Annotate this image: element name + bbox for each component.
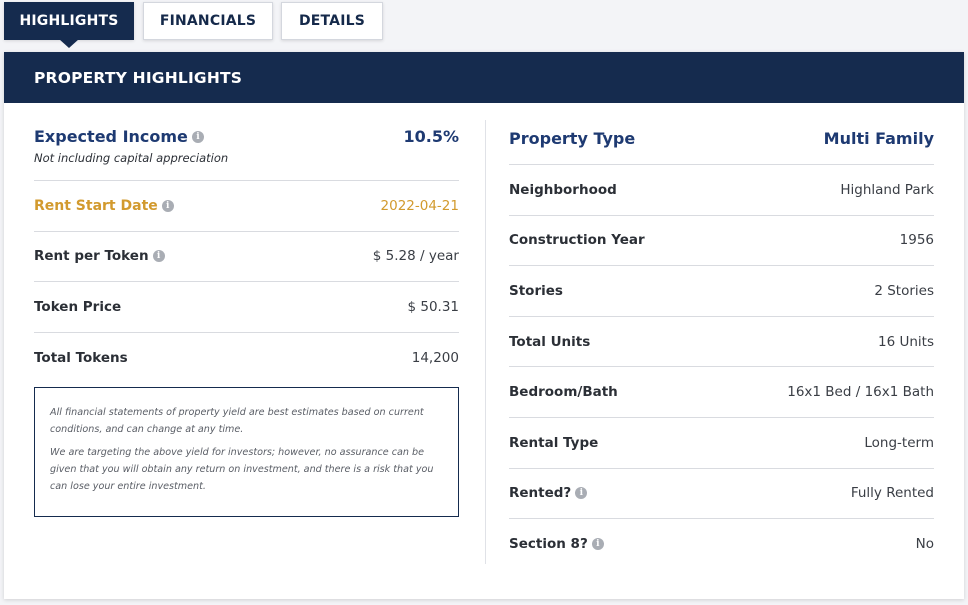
section-8-label-wrap: Section 8? i <box>509 536 604 552</box>
info-icon[interactable]: i <box>575 487 588 500</box>
stories-row: Stories 2 Stories <box>509 266 934 317</box>
total-tokens-label: Total Tokens <box>34 350 128 367</box>
property-highlights-panel: PROPERTY HIGHLIGHTS Expected Income i No… <box>4 52 964 599</box>
total-units-value: 16 Units <box>878 333 934 350</box>
total-units-label: Total Units <box>509 333 591 350</box>
rent-start-date-value: 2022-04-21 <box>380 197 459 214</box>
bedroom-bath-label: Bedroom/Bath <box>509 384 618 401</box>
rent-start-date-label: Rent Start Date <box>34 197 158 214</box>
rented-value: Fully Rented <box>850 485 934 502</box>
expected-income-row: Expected Income i Not including capital … <box>34 103 459 181</box>
expected-income-value: 10.5% <box>403 127 459 146</box>
rent-start-date-label-wrap: Rent Start Date i <box>34 198 174 214</box>
info-icon[interactable]: i <box>161 199 174 212</box>
neighborhood-label: Neighborhood <box>509 181 617 198</box>
disclaimer-text: We are targeting the above yield for inv… <box>50 447 434 492</box>
tab-highlights[interactable]: HIGHLIGHTS <box>4 2 134 40</box>
construction-year-value: 1956 <box>899 232 934 249</box>
disclaimer-text: All financial statements of property yie… <box>50 407 424 435</box>
rental-type-row: Rental Type Long-term <box>509 418 934 469</box>
bedroom-bath-row: Bedroom/Bath 16x1 Bed / 16x1 Bath <box>509 367 934 418</box>
tab-financials[interactable]: FINANCIALS <box>143 2 273 40</box>
token-price-row: Token Price $ 50.31 <box>34 282 459 333</box>
token-price-value: $ 50.31 <box>407 298 459 315</box>
rent-per-token-label-wrap: Rent per Token i <box>34 248 165 264</box>
info-icon[interactable]: i <box>152 250 165 263</box>
section-8-label: Section 8? <box>509 536 588 553</box>
rented-row: Rented? i Fully Rented <box>509 469 934 520</box>
rental-type-label: Rental Type <box>509 434 599 451</box>
property-type-label: Property Type <box>509 129 636 148</box>
rented-label: Rented? <box>509 485 572 502</box>
rent-per-token-value: $ 5.28 / year <box>372 248 459 265</box>
rent-start-date-row: Rent Start Date i 2022-04-21 <box>34 181 459 232</box>
stories-label: Stories <box>509 282 563 299</box>
info-icon[interactable]: i <box>591 538 604 551</box>
active-tab-pointer <box>59 39 79 48</box>
expected-income-label-wrap: Expected Income i <box>34 127 228 146</box>
income-column: Expected Income i Not including capital … <box>34 103 459 383</box>
section-8-row: Section 8? i No <box>509 519 934 570</box>
panel-title: PROPERTY HIGHLIGHTS <box>4 52 964 103</box>
expected-income-note: Not including capital appreciation <box>34 151 229 165</box>
property-details-column: Property Type Multi Family Neighborhood … <box>509 103 934 570</box>
construction-year-row: Construction Year 1956 <box>509 216 934 267</box>
property-type-row: Property Type Multi Family <box>509 103 934 165</box>
tab-details[interactable]: DETAILS <box>281 2 383 40</box>
token-price-label: Token Price <box>34 298 122 315</box>
disclaimer-box: All financial statements of property yie… <box>34 387 459 517</box>
neighborhood-value: Highland Park <box>840 181 934 198</box>
rent-per-token-row: Rent per Token i $ 5.28 / year <box>34 232 459 283</box>
section-8-value: No <box>915 536 934 553</box>
column-divider <box>485 120 486 564</box>
total-tokens-value: 14,200 <box>411 350 459 367</box>
total-tokens-row: Total Tokens 14,200 <box>34 333 459 384</box>
bedroom-bath-value: 16x1 Bed / 16x1 Bath <box>787 384 934 401</box>
info-icon[interactable]: i <box>191 130 204 143</box>
rent-per-token-label: Rent per Token <box>34 248 149 265</box>
rental-type-value: Long-term <box>864 434 934 451</box>
rented-label-wrap: Rented? i <box>509 485 588 502</box>
property-type-value: Multi Family <box>823 129 934 148</box>
neighborhood-row: Neighborhood Highland Park <box>509 165 934 216</box>
stories-value: 2 Stories <box>874 282 934 299</box>
construction-year-label: Construction Year <box>509 232 645 249</box>
expected-income-label: Expected Income <box>34 127 188 146</box>
total-units-row: Total Units 16 Units <box>509 317 934 368</box>
